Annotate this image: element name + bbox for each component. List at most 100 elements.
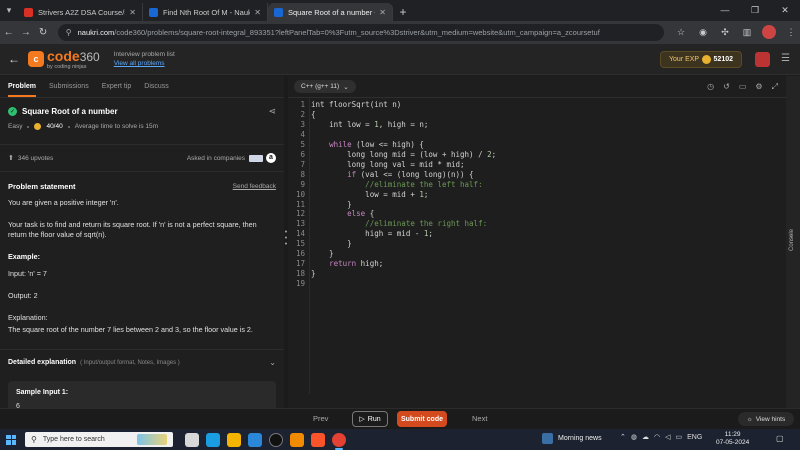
tab-expert-tip[interactable]: Expert tip: [102, 83, 132, 90]
separator-dot: [67, 125, 70, 128]
browser-tab-square-root[interactable]: Square Root of a number - Nau ✕: [268, 3, 393, 21]
code-area[interactable]: 1 int floorSqrt(int n) 2 {3 int low = 1, hi…: [288, 98, 786, 394]
detailed-explanation-toggle[interactable]: Detailed explanation ( Input/output form…: [0, 349, 284, 375]
reset-icon[interactable]: ↺: [723, 82, 730, 92]
language-select[interactable]: C++ (g++ 11) ⌄: [294, 80, 356, 93]
tray-app-icon[interactable]: ◍: [631, 433, 637, 441]
close-window-icon[interactable]: ✕: [770, 0, 800, 21]
close-tab-icon[interactable]: ✕: [254, 8, 261, 17]
fullscreen-icon[interactable]: ⤢: [772, 82, 778, 92]
asked-in-companies-label: Asked in companies: [186, 154, 245, 162]
browser-tab-strip: ▾ Strivers A2Z DSA Course/Sheet ✕ Find N…: [0, 0, 800, 21]
hamburger-menu-icon[interactable]: ☰: [781, 53, 790, 64]
battery-icon[interactable]: ▭: [675, 433, 682, 441]
restore-icon[interactable]: ❐: [740, 0, 770, 21]
back-icon[interactable]: ←: [0, 27, 17, 38]
youtube-favicon-icon: [24, 7, 33, 17]
line-number: 10: [295, 189, 305, 199]
news-widget[interactable]: Morning news: [542, 433, 602, 444]
browser-tab-strivers[interactable]: Strivers A2Z DSA Course/Sheet ✕: [18, 3, 143, 21]
tab-discuss[interactable]: Discuss: [144, 83, 169, 90]
logo-word: code: [47, 47, 80, 64]
file-explorer-icon[interactable]: [227, 432, 241, 447]
coin-icon: [701, 55, 711, 64]
exp-badge[interactable]: Your EXP 52102: [660, 51, 742, 68]
reload-icon[interactable]: ↻: [35, 27, 52, 38]
extension-icon[interactable]: ◉: [694, 27, 712, 38]
clock[interactable]: 11:29 07-05-2024: [716, 431, 749, 447]
code-line: //eliminate the left half:: [311, 179, 483, 189]
input-language[interactable]: ENG: [687, 434, 702, 441]
play-icon: ▷: [359, 416, 365, 423]
next-button[interactable]: Next: [472, 414, 487, 423]
windows-start-icon[interactable]: [0, 434, 22, 445]
system-tray: ⌃ ◍ ☁ ◠ ◁ ▭ ENG: [620, 433, 702, 442]
forward-icon[interactable]: →: [17, 27, 34, 38]
notification-icon[interactable]: ▢: [776, 434, 784, 443]
line-number: 7: [300, 159, 305, 169]
chevron-down-icon: ⌄: [269, 358, 276, 367]
view-hints-label: View hints: [755, 415, 786, 423]
tray-chevron-icon[interactable]: ⌃: [620, 433, 626, 441]
code360-logo[interactable]: c code360 by coding ninjas: [28, 49, 100, 70]
back-arrow-icon[interactable]: ←: [0, 52, 28, 66]
line-number: 6: [300, 149, 305, 159]
view-all-problems-link[interactable]: View all problems: [114, 60, 165, 67]
submit-code-button[interactable]: Submit code: [397, 411, 447, 427]
prev-button[interactable]: Prev: [313, 414, 328, 423]
side-panel-icon[interactable]: ▥: [738, 27, 756, 38]
brave-icon[interactable]: [311, 432, 325, 447]
tray-cloud-icon[interactable]: ☁: [642, 433, 649, 441]
extensions-puzzle-icon[interactable]: ✣: [716, 27, 734, 38]
taskview-icon[interactable]: [185, 432, 199, 447]
naukri-favicon-icon: [149, 7, 158, 17]
tab-submissions[interactable]: Submissions: [49, 83, 89, 90]
layout-icon[interactable]: ▭: [739, 82, 747, 92]
vlc-icon[interactable]: [290, 432, 304, 447]
send-feedback-link[interactable]: Send feedback: [233, 183, 276, 190]
close-tab-icon[interactable]: ✕: [379, 8, 386, 17]
settings-gear-icon[interactable]: ⚙: [755, 82, 762, 92]
address-bar[interactable]: ⚲ naukri.com /code360/problems/square-ro…: [57, 24, 664, 41]
chrome-icon[interactable]: [332, 432, 346, 450]
upvote-icon[interactable]: ⬆: [8, 154, 14, 162]
explanation-heading: Explanation:: [8, 313, 48, 322]
profile-avatar[interactable]: [760, 24, 778, 41]
tab-problem[interactable]: Problem: [8, 83, 37, 97]
volume-icon[interactable]: ◁: [665, 433, 670, 441]
bookmark-star-icon[interactable]: ☆: [672, 27, 690, 38]
tab-search-icon[interactable]: ▾: [0, 0, 18, 21]
view-hints-button[interactable]: ☼ View hints: [738, 412, 794, 426]
run-label: Run: [367, 415, 381, 423]
browser-tab-nth-root[interactable]: Find Nth Root Of M - Naukri C ✕: [143, 3, 268, 21]
code-line: int floorSqrt(int n): [311, 100, 402, 109]
code-line: }: [311, 269, 316, 279]
dell-icon[interactable]: [269, 432, 283, 447]
mail-icon[interactable]: [248, 432, 262, 447]
detailed-explanation-sub: ( Input/output format, Notes, Images ): [80, 359, 180, 366]
user-avatar[interactable]: [755, 52, 770, 67]
run-button[interactable]: ▷ Run: [352, 411, 388, 427]
close-tab-icon[interactable]: ✕: [129, 8, 136, 17]
console-rail[interactable]: ‹ Console: [786, 76, 800, 408]
browser-menu-icon[interactable]: ⋮: [782, 27, 800, 38]
wifi-icon[interactable]: ◠: [654, 433, 660, 441]
timer-icon[interactable]: ◷: [707, 82, 714, 92]
site-info-icon[interactable]: ⚲: [66, 28, 72, 37]
company-logo-icon: [249, 154, 263, 162]
logo-subtitle: by coding ninjas: [47, 63, 87, 70]
code-line: if (val <= (long long)(n)) {: [347, 169, 474, 179]
line-number: 14: [295, 229, 305, 239]
line-number: 11: [295, 199, 305, 209]
code-line: low = mid + 1;: [311, 189, 429, 199]
edge-icon[interactable]: [206, 432, 220, 447]
minimize-icon[interactable]: —: [710, 0, 740, 21]
upvote-row: ⬆ 346 upvotes Asked in companies a: [0, 144, 284, 172]
code-line: long long val = mid * mid;: [347, 159, 465, 169]
share-icon[interactable]: ⋖: [268, 106, 276, 117]
new-tab-icon[interactable]: +: [393, 3, 413, 21]
code-line: high = mid - 1;: [311, 229, 433, 239]
code-line: else {: [347, 209, 375, 219]
logo-number: 360: [79, 49, 100, 64]
taskbar-search[interactable]: ⚲ Type here to search: [25, 432, 173, 447]
